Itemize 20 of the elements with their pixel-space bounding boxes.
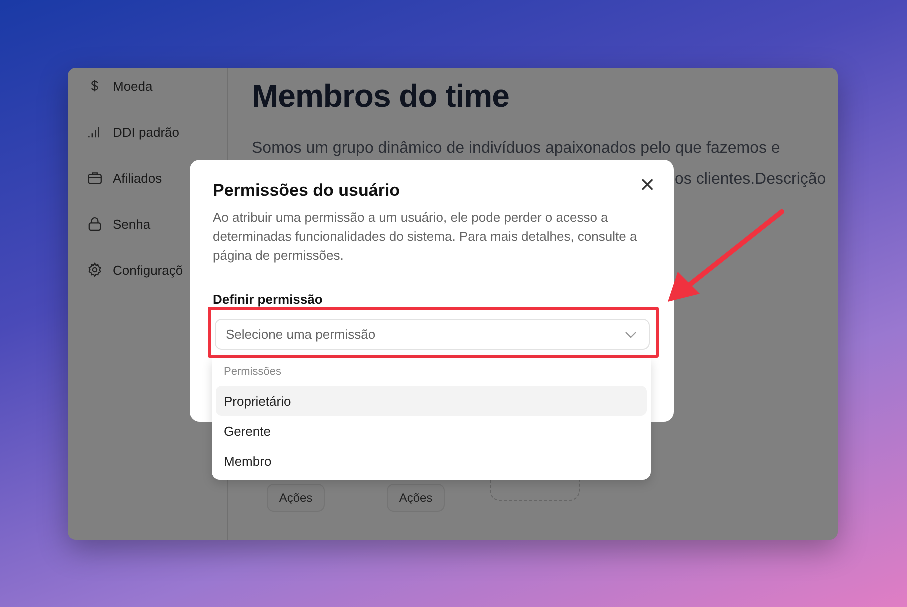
sidebar-item[interactable]: DDI padrão [87, 122, 227, 142]
close-button[interactable]: × [635, 174, 660, 194]
dropdown-option[interactable]: Proprietário [216, 386, 647, 416]
page-title: Membros do time [252, 78, 510, 115]
actions-button[interactable]: Ações [387, 484, 445, 512]
description-text: Somos um grupo dinâmico de indivíduos apaixonados pelo que fazemos e [252, 139, 782, 159]
lock-icon [87, 216, 103, 232]
actions-button[interactable]: Ações [267, 484, 325, 512]
sidebar-item[interactable]: Moeda [87, 76, 227, 96]
dropdown-option[interactable]: Membro [216, 446, 647, 476]
description-text: os clientes.Descrição [675, 171, 826, 188]
permission-select[interactable]: Selecione uma permissão [215, 319, 650, 350]
field-label: Definir permissão [213, 292, 324, 307]
group-label: Permissões [223, 365, 282, 380]
dialog-title: Permissões do usuário [213, 181, 400, 201]
dropdown-option[interactable]: Gerente [216, 416, 647, 446]
chevron-down-icon [625, 330, 637, 338]
briefcase-icon [87, 170, 103, 186]
gear-icon [87, 262, 103, 278]
dialog-description: Ao atribuir uma permissão a um usuário, ele pode perder o acesso a determinadas funcionalidades do sistema. Para mais detalhes, consulte a página de permissões. [213, 209, 638, 265]
